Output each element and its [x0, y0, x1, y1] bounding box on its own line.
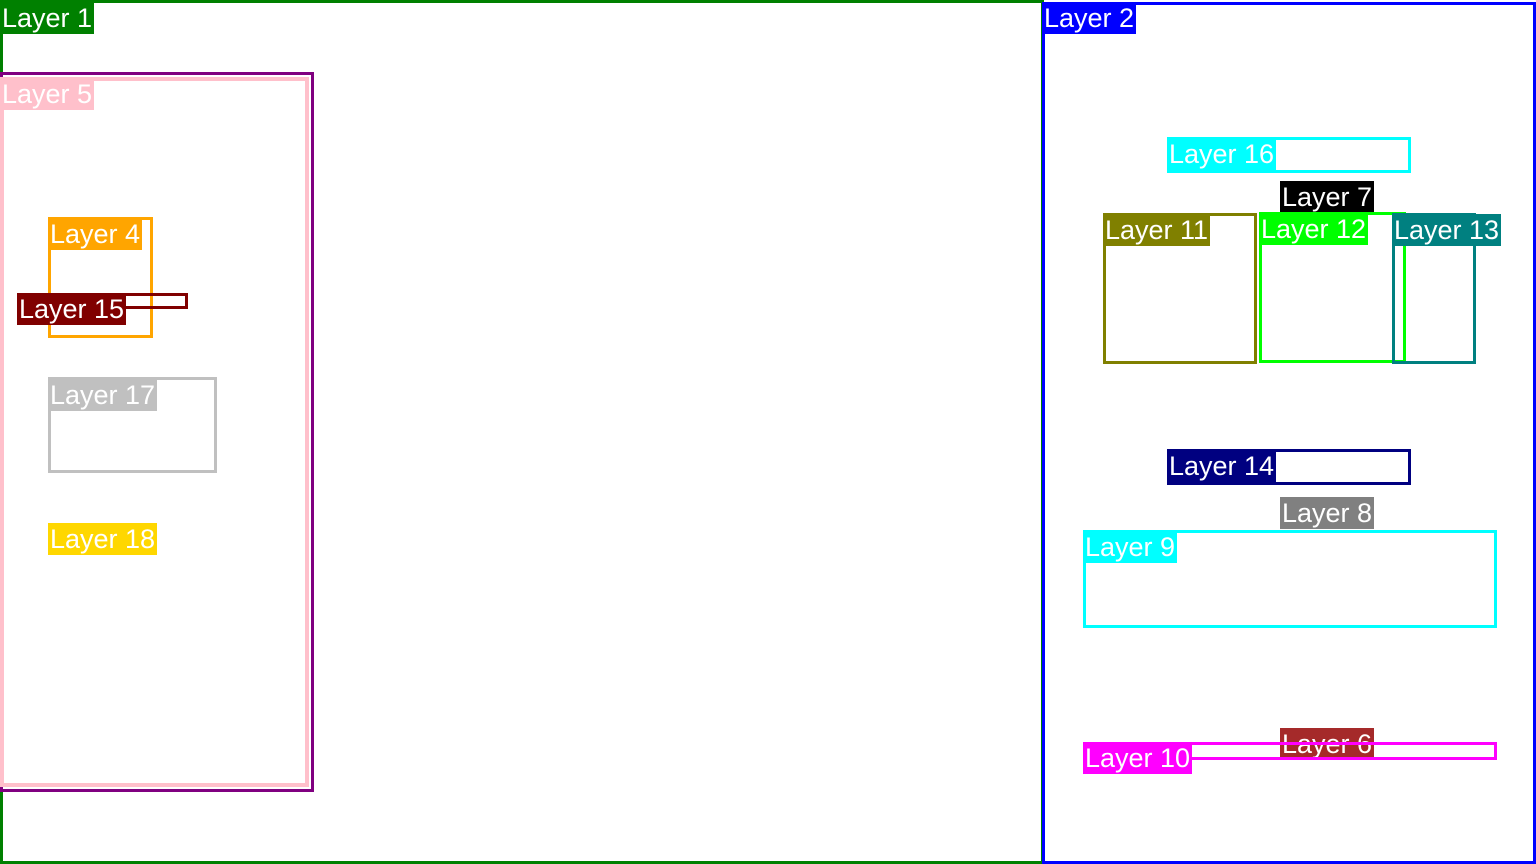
layer-15-label: Layer 15	[17, 293, 127, 325]
layer-2-label: Layer 2	[1042, 2, 1137, 34]
layer-14-label: Layer 14	[1167, 450, 1277, 482]
layer-9-label: Layer 9	[1083, 531, 1178, 563]
layer-7-label: Layer 7	[1280, 181, 1375, 213]
layer-12-label: Layer 12	[1259, 213, 1369, 245]
layer-13-label: Layer 13	[1392, 214, 1502, 246]
layer-4-label: Layer 4	[48, 218, 143, 250]
layer-8-label: Layer 8	[1280, 497, 1375, 529]
layer-17-label: Layer 17	[48, 379, 158, 411]
layer-5-label: Layer 5	[0, 78, 95, 110]
layer-10-label: Layer 10	[1083, 742, 1193, 774]
layer-18-label: Layer 18	[48, 523, 158, 555]
layer-16-label: Layer 16	[1167, 138, 1277, 170]
layer-11-label: Layer 11	[1103, 214, 1211, 246]
layer-1-label: Layer 1	[0, 2, 95, 34]
